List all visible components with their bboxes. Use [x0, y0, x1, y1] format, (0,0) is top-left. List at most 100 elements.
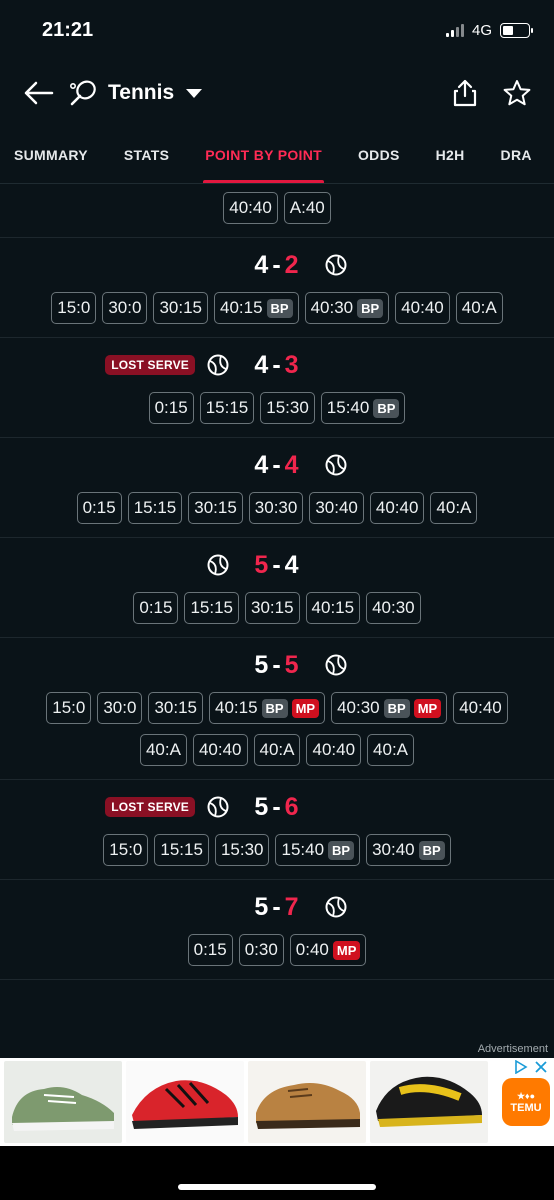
point-score-chip: 40:40 [395, 292, 450, 324]
points-row: 40:40 A:40 [0, 192, 554, 224]
point-score: 0:30 [244, 940, 278, 959]
ad-shoe-image[interactable] [126, 1061, 244, 1143]
tennis-racket-icon [69, 80, 96, 106]
point-score-chip: 15:15 [199, 392, 255, 424]
battery-icon [500, 22, 533, 38]
game-header: 5-6 LOST SERVE [0, 780, 554, 834]
status-indicators: 4G [445, 22, 533, 39]
point-score: A:40 [289, 198, 325, 217]
share-icon[interactable] [450, 78, 480, 108]
point-score: 40:40 [198, 740, 242, 759]
point-score: 40:40 [229, 198, 272, 217]
point-score: 30:0 [108, 298, 142, 317]
score-separator: - [272, 350, 282, 379]
point-score-chip: 15:15 [184, 592, 239, 624]
point-score-chip: 15:40 BP [320, 392, 406, 424]
point-score: 15:15 [205, 398, 249, 417]
ad-shoe-image[interactable] [248, 1061, 366, 1143]
serve-ball-icon [325, 654, 347, 676]
point-score-chip: 30:15 [153, 292, 208, 324]
point-score-chip: 0:15 [148, 392, 194, 424]
point-score: 15:15 [160, 840, 203, 859]
game-score: 4-4 [254, 451, 299, 480]
serve-ball-icon [325, 896, 347, 918]
ad-shoe-image[interactable] [370, 1061, 488, 1143]
point-by-point-list: 40:40 A:40 4-2 15:0 30:0 30:15 40:15 BP 40:30 BP 4… [0, 184, 554, 980]
status-bar: 21:21 4G [0, 0, 554, 60]
score-home: 5 [254, 650, 270, 679]
point-score-chip: 15:40 BP [275, 834, 361, 866]
point-score-chip: 40:15 BP [213, 292, 299, 324]
break-point-badge: BP [373, 398, 400, 418]
point-score-chip: 40:A [430, 492, 478, 524]
points-row: 15:0 30:0 30:15 40:15 BP MP 40:30 BP MP 40:40 [0, 692, 554, 724]
point-score: 40:30 [337, 698, 380, 717]
score-away: 2 [284, 250, 300, 279]
point-score-chip: 0:30 [238, 934, 284, 966]
tab-h2h[interactable]: H2H [418, 126, 483, 183]
star-icon[interactable] [502, 78, 532, 108]
point-score-chip: 40:A [367, 734, 415, 766]
lost-serve-badge: LOST SERVE [105, 355, 195, 375]
point-score-chip: 30:0 [97, 692, 143, 724]
score-home: 4 [254, 450, 270, 479]
tab-odds[interactable]: ODDS [340, 126, 418, 183]
point-score-chip: 40:40 [369, 492, 425, 524]
point-score: 30:30 [254, 498, 298, 517]
score-separator: - [272, 250, 282, 279]
points-row: 0:15 15:15 30:15 30:30 30:40 40:40 40:A [0, 492, 554, 524]
point-score: 0:15 [193, 940, 227, 959]
serve-ball-icon [207, 796, 229, 818]
point-score-chip: 15:15 [154, 834, 209, 866]
points-row: 0:15 0:30 0:40 MP [0, 934, 554, 966]
point-score: 0:15 [82, 498, 116, 517]
match-point-badge: MP [413, 698, 442, 718]
break-point-badge: BP [266, 298, 293, 318]
serve-ball-icon [325, 254, 347, 276]
tab-draw[interactable]: DRA [483, 126, 550, 183]
score-separator: - [272, 792, 282, 821]
point-score: 30:15 [194, 498, 237, 517]
point-score-chip: 40:30 [366, 592, 421, 624]
point-score-chip: 15:15 [127, 492, 183, 524]
score-separator: - [272, 892, 282, 921]
score-home: 5 [254, 892, 270, 921]
point-score: 40:40 [375, 498, 419, 517]
point-score-chip: 30:40 [309, 492, 364, 524]
break-point-badge: BP [383, 698, 410, 718]
advertisement-banner[interactable]: ★♦● TEMU [0, 1058, 554, 1146]
chevron-down-icon[interactable] [186, 88, 203, 98]
points-row: 0:15 15:15 15:30 15:40 BP [0, 392, 554, 424]
tab-point-by-point[interactable]: POINT BY POINT [187, 126, 340, 183]
close-icon[interactable] [534, 1060, 548, 1074]
point-score: 40:A [145, 740, 181, 759]
break-point-badge: BP [357, 298, 384, 318]
temu-logo[interactable]: ★♦● TEMU [502, 1078, 550, 1126]
point-score: 15:40 [281, 840, 325, 859]
ad-shoe-image[interactable] [4, 1061, 122, 1143]
tab-stats[interactable]: STATS [106, 126, 187, 183]
back-arrow-icon[interactable] [24, 77, 56, 109]
home-indicator[interactable] [178, 1184, 376, 1190]
point-score: 30:15 [251, 598, 294, 617]
point-score-chip: A:40 [283, 192, 331, 224]
game-block: 4-4 0:15 15:15 30:15 30:30 30:40 40:40 40:A [0, 438, 554, 538]
serve-ball-icon [207, 354, 229, 376]
sport-title[interactable]: Tennis [108, 81, 174, 105]
point-score: 40:A [259, 740, 295, 759]
points-row: 15:0 30:0 30:15 40:15 BP 40:30 BP 40:40 40:A [0, 292, 554, 324]
score-separator: - [272, 450, 282, 479]
point-score-chip: 40:A [139, 734, 187, 766]
score-separator: - [272, 550, 282, 579]
home-area [0, 1146, 554, 1200]
tab-summary[interactable]: SUMMARY [0, 126, 106, 183]
adchoices-icon[interactable] [514, 1060, 528, 1074]
score-away: 3 [284, 350, 300, 379]
point-score-chip: 40:40 [223, 192, 278, 224]
point-score: 40:40 [459, 698, 502, 717]
point-score-chip: 15:30 [214, 834, 270, 866]
game-score: 5-6 [254, 793, 299, 822]
ad-brand: TEMU [510, 1101, 542, 1114]
point-score: 40:40 [312, 740, 356, 759]
point-score: 15:40 [326, 398, 370, 417]
